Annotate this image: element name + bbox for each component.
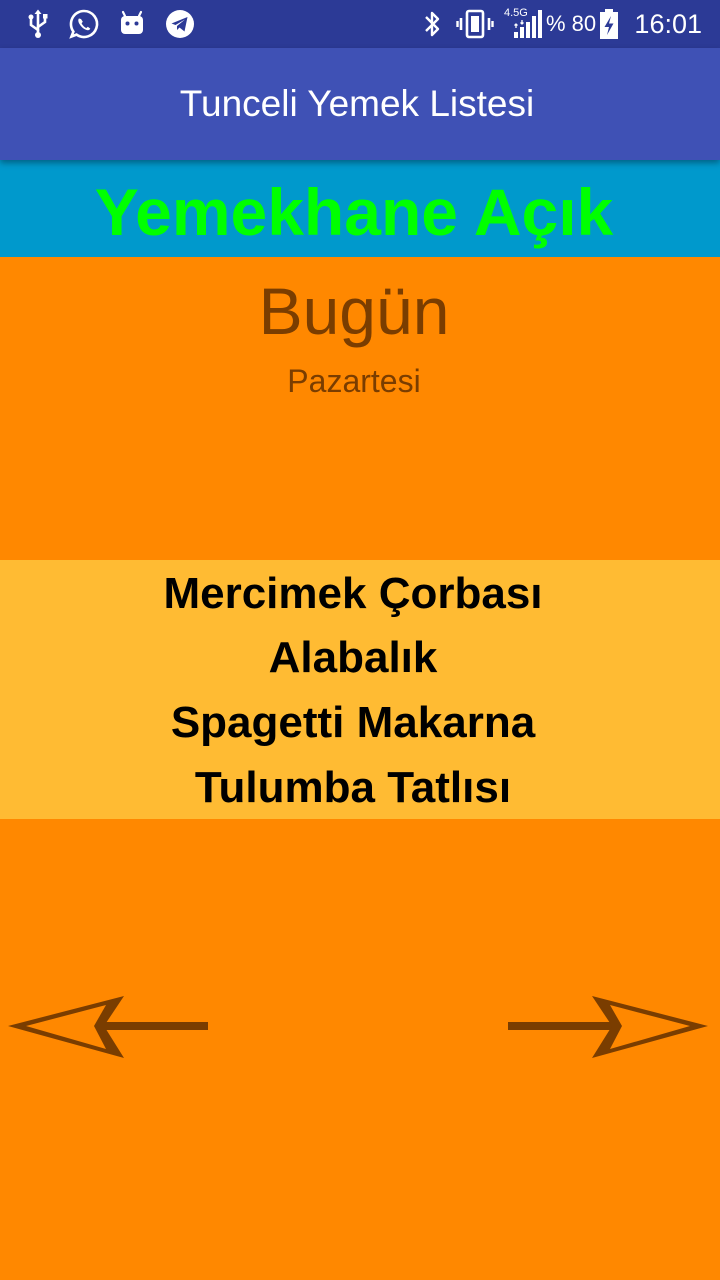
- right-arrow-icon: [508, 996, 708, 1058]
- day-title: Bugün: [258, 274, 450, 348]
- menu-list: Mercimek Çorbası Alabalık Spagetti Makar…: [0, 560, 720, 819]
- app-bar: Tunceli Yemek Listesi: [0, 48, 720, 160]
- app-title: Tunceli Yemek Listesi: [179, 83, 535, 124]
- previous-day-button[interactable]: [6, 992, 210, 1062]
- signal-icon: [512, 8, 542, 40]
- weekday-label: Pazartesi: [287, 363, 421, 399]
- menu-item: Tulumba Tatlısı: [194, 763, 512, 812]
- menu-item: Spagetti Makarna: [170, 698, 536, 747]
- whatsapp-icon: [68, 8, 100, 40]
- clock: 16:01: [634, 9, 702, 39]
- usb-icon: [22, 8, 54, 40]
- cafeteria-status-banner: Yemekhane Açık: [0, 160, 720, 257]
- left-arrow-icon: [8, 996, 208, 1058]
- cafeteria-status-text: Yemekhane Açık: [94, 175, 614, 249]
- bluetooth-icon: [420, 8, 444, 40]
- vibrate-icon: [456, 8, 494, 40]
- status-bar: 4.5G % 80 16:01: [0, 0, 720, 48]
- screen: 4.5G % 80 16:01 Tunceli Yemek Listesi Ye…: [0, 0, 720, 1280]
- menu-item: Alabalık: [268, 633, 438, 682]
- telegram-icon: [164, 8, 196, 40]
- android-icon: [116, 8, 148, 40]
- battery-percent-label: % 80: [546, 11, 597, 36]
- next-day-button[interactable]: [506, 992, 710, 1062]
- menu-item: Mercimek Çorbası: [163, 569, 543, 618]
- battery-charging-icon: [598, 8, 620, 40]
